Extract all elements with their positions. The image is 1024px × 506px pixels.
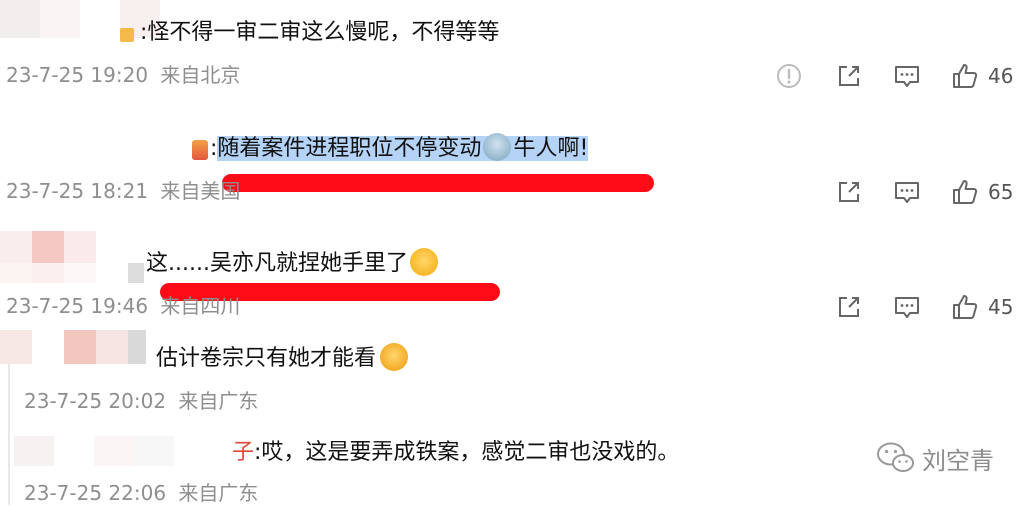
blurred-username [0,0,160,38]
red-underline-mark [222,174,654,192]
like-count: 45 [988,295,1014,319]
like-count: 46 [988,64,1014,88]
watermark: 刘空青 [876,440,994,476]
comment-actions: 65 [834,174,1024,210]
reply-location: 来自广东 [178,481,259,505]
watermark-text: 刘空青 [922,446,994,475]
comment-text-highlighted: 随着案件进程职位不停变动 [217,136,482,161]
comment-meta: 23-7-25 19:20 来自北京 [6,62,240,88]
share-icon[interactable] [834,61,864,91]
reply-time: 23-7-25 22:06 [24,481,167,505]
reply-2: 子:哎，这是要弄成铁案，感觉二审也没戏的。 23-7-25 22:06 来自广东 [0,430,1024,505]
avatar-badge-icon [192,140,208,160]
comment-1: :怪不得一审二审这么慢呢，不得等等 23-7-25 19:20 来自北京 46 [0,0,1024,110]
comment-icon[interactable] [892,61,922,91]
reply-1: 估计卷宗只有她才能看 23-7-25 20:02 来自广东 [0,330,1024,420]
reply-location: 来自广东 [178,389,259,413]
comment-icon[interactable] [892,177,922,207]
comment-text: :怪不得一审二审这么慢呢，不得等等 [140,20,500,45]
cold-face-emoji-icon [483,133,512,161]
comment-time: 23-7-25 18:21 [6,179,149,203]
comment-text: 这......吴亦凡就捏她手里了 [146,248,438,279]
share-icon[interactable] [834,292,864,322]
comment-time: 23-7-25 19:46 [6,294,149,318]
reply-text: 估计卷宗只有她才能看 [156,343,409,374]
blurred-username [0,231,128,263]
wechat-icon [876,440,922,476]
comment-icon[interactable] [892,292,922,322]
comment-2: :随着案件进程职位不停变动 牛人啊! 23-7-25 18:21 来自美国 65 [0,110,1024,220]
reply-meta: 23-7-25 22:06 来自广东 [24,480,258,506]
reply-text-body: :哎，这是要弄成铁案，感觉二审也没戏的。 [254,440,680,465]
share-icon[interactable] [834,177,864,207]
scared-face-emoji-icon [409,248,438,276]
reply-text-body: 估计卷宗只有她才能看 [156,346,377,371]
comment-time: 23-7-25 19:20 [6,63,149,87]
reply-time: 23-7-25 20:02 [24,389,167,413]
reply-text: 子:哎，这是要弄成铁案，感觉二审也没戏的。 [232,438,679,468]
highlighted-text: 随着案件进程职位不停变动 牛人啊! [217,133,589,161]
comment-meta: 23-7-25 19:46 来自四川 [6,293,240,319]
drooling-face-emoji-icon [380,343,409,371]
like-icon[interactable] [950,292,980,322]
avatar-badge-icon [120,28,134,42]
reply-name-tail: 子 [232,440,255,465]
comment-text-body: 这......吴亦凡就捏她手里了 [146,251,408,276]
blurred-username [0,330,146,364]
comment-actions: 45 [834,289,1024,325]
like-icon[interactable] [950,177,980,207]
comment-location: 来自北京 [160,63,241,87]
like-icon[interactable] [950,61,980,91]
comment-3: 这......吴亦凡就捏她手里了 23-7-25 19:46 来自四川 45 [0,225,1024,325]
comment-meta: 23-7-25 18:21 来自美国 [6,178,240,204]
comment-text: :随着案件进程职位不停变动 牛人啊! [210,133,589,164]
comment-text-suffix: 牛人啊! [513,136,589,161]
like-count: 65 [988,180,1014,204]
comment-actions: 46 [774,58,1024,94]
blurred-username-row2 [0,263,144,283]
reply-meta: 23-7-25 20:02 来自广东 [24,388,258,414]
report-icon[interactable] [774,61,804,91]
comment-location: 来自美国 [160,179,241,203]
blurred-username [14,436,204,466]
comment-location: 来自四川 [160,294,241,318]
